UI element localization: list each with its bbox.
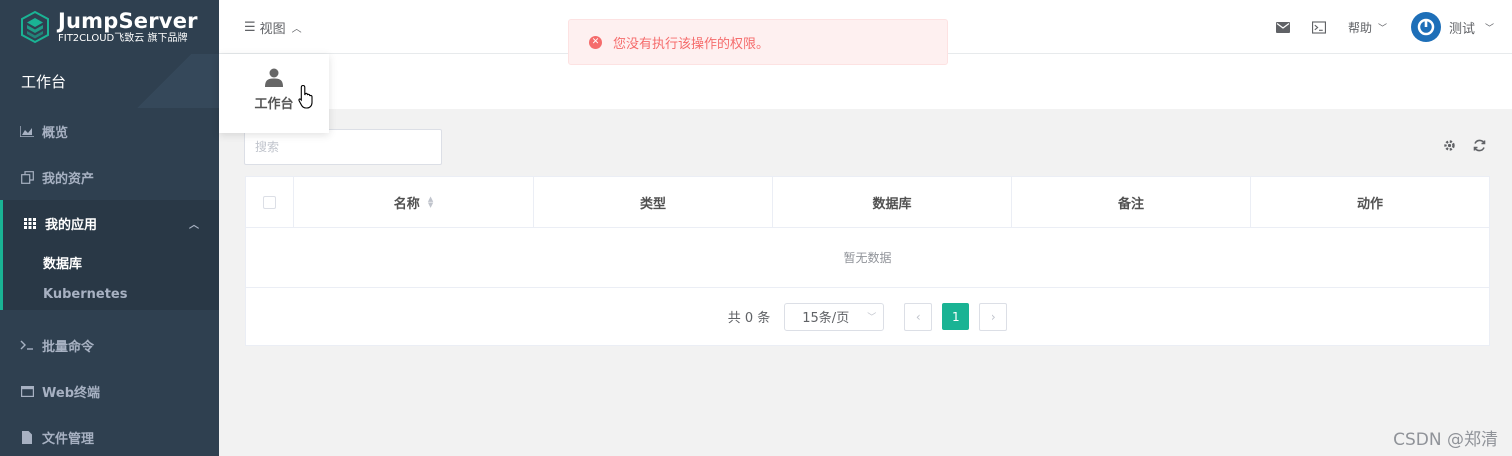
terminal-icon <box>19 338 35 352</box>
mail-icon[interactable] <box>1275 21 1290 33</box>
user-name: 测试 <box>1448 21 1475 37</box>
sort-icon[interactable]: ▲ ▼ <box>428 196 433 209</box>
sidebar-item-label: 我的资产 <box>42 171 95 187</box>
error-toast: ✕ 您没有执行该操作的权限。 <box>568 19 948 65</box>
next-page-button[interactable]: › <box>979 302 1008 331</box>
refresh-icon[interactable] <box>1472 138 1486 152</box>
applications-table: 名称 ▲ ▼ 类型 数据库 备注 动作 暂无数据 共 0 条 15条/页 ﹀ ‹ … <box>245 176 1490 346</box>
error-circle-icon: ✕ <box>589 35 602 49</box>
select-all-checkbox[interactable] <box>263 195 276 209</box>
sidebar-subitem-database[interactable]: 数据库 <box>3 246 219 278</box>
page-size-select[interactable]: 15条/页 ﹀ <box>784 302 885 331</box>
pagination: 共 0 条 15条/页 ﹀ ‹ 1 › <box>246 288 1489 345</box>
help-menu[interactable]: 帮助 ﹀ <box>1348 19 1387 36</box>
select-all-cell <box>246 177 294 227</box>
avatar <box>1410 12 1441 42</box>
sidebar-subitem-kubernetes[interactable]: Kubernetes <box>3 278 219 310</box>
table-header: 名称 ▲ ▼ 类型 数据库 备注 动作 <box>246 177 1489 228</box>
brand-subtitle: FIT2CLOUD飞致云 旗下品牌 <box>58 32 188 44</box>
jumpserver-logo-icon <box>21 10 49 44</box>
brand-logo[interactable]: JumpServer FIT2CLOUD飞致云 旗下品牌 <box>0 0 219 54</box>
chart-area-icon <box>19 124 35 138</box>
grid-icon <box>22 216 38 230</box>
sidebar-item-label: 我的应用 <box>45 217 98 233</box>
empty-state: 暂无数据 <box>246 228 1489 288</box>
sidebar-item-my-apps[interactable]: 我的应用 ︿ <box>3 200 219 246</box>
chevron-down-icon: ﹀ <box>867 313 877 323</box>
copy-icon <box>19 170 35 184</box>
terminal-window-icon[interactable] <box>1311 20 1326 34</box>
column-label: 名称 <box>393 196 420 212</box>
view-toggle[interactable]: ☰ 视图 ︿ <box>244 18 302 37</box>
chevron-up-icon: ︿ <box>189 219 199 231</box>
view-label: 视图 <box>259 22 286 37</box>
chevron-down-icon: ﹀ <box>1484 23 1494 34</box>
sidebar-item-batch-command[interactable]: 批量命令 <box>0 322 219 368</box>
column-header-type: 类型 <box>534 177 773 227</box>
sidebar-item-file-manager[interactable]: 文件管理 <box>0 414 219 456</box>
toast-message: 您没有执行该操作的权限。 <box>613 36 770 52</box>
page-size-value: 15条/页 <box>802 311 850 326</box>
help-label: 帮助 <box>1347 20 1372 35</box>
sidebar-item-my-assets[interactable]: 我的资产 <box>0 154 219 200</box>
column-header-database: 数据库 <box>773 177 1012 227</box>
pagination-total: 共 0 条 <box>727 311 771 326</box>
page-number-current[interactable]: 1 <box>942 303 970 330</box>
user-menu[interactable]: 测试 ﹀ <box>1410 12 1494 42</box>
prev-page-button[interactable]: ‹ <box>904 302 933 331</box>
window-icon <box>19 384 35 398</box>
hand-cursor-icon <box>298 84 313 109</box>
user-icon <box>265 68 283 87</box>
file-icon <box>19 430 35 444</box>
sidebar-item-web-terminal[interactable]: Web终端 <box>0 368 219 414</box>
column-header-name[interactable]: 名称 ▲ ▼ <box>294 177 534 227</box>
sidebar-group-my-apps: 我的应用 ︿ 数据库 Kubernetes <box>0 200 219 310</box>
sidebar-item-label: 批量命令 <box>42 339 95 355</box>
chevron-down-icon: ﹀ <box>1377 23 1387 34</box>
sidebar-item-label: 概览 <box>42 125 69 141</box>
sidebar: JumpServer FIT2CLOUD飞致云 旗下品牌 工作台 概览 我的资产… <box>0 0 219 456</box>
search-input[interactable] <box>244 129 442 165</box>
column-header-comment: 备注 <box>1012 177 1251 227</box>
watermark: CSDN @郑清 <box>1393 430 1498 450</box>
sidebar-item-overview[interactable]: 概览 <box>0 108 219 154</box>
column-header-actions: 动作 <box>1356 196 1383 212</box>
chevron-up-icon: ︿ <box>291 24 302 35</box>
dropdown-item-workbench[interactable]: 工作台 <box>254 93 293 112</box>
settings-gear-icon[interactable] <box>1442 138 1456 152</box>
sidebar-item-label: 文件管理 <box>42 431 95 447</box>
brand-title: JumpServer <box>58 8 198 33</box>
sidebar-item-label: Web终端 <box>42 385 100 401</box>
workbench-title[interactable]: 工作台 <box>0 54 219 108</box>
menu-icon: ☰ <box>244 20 256 35</box>
